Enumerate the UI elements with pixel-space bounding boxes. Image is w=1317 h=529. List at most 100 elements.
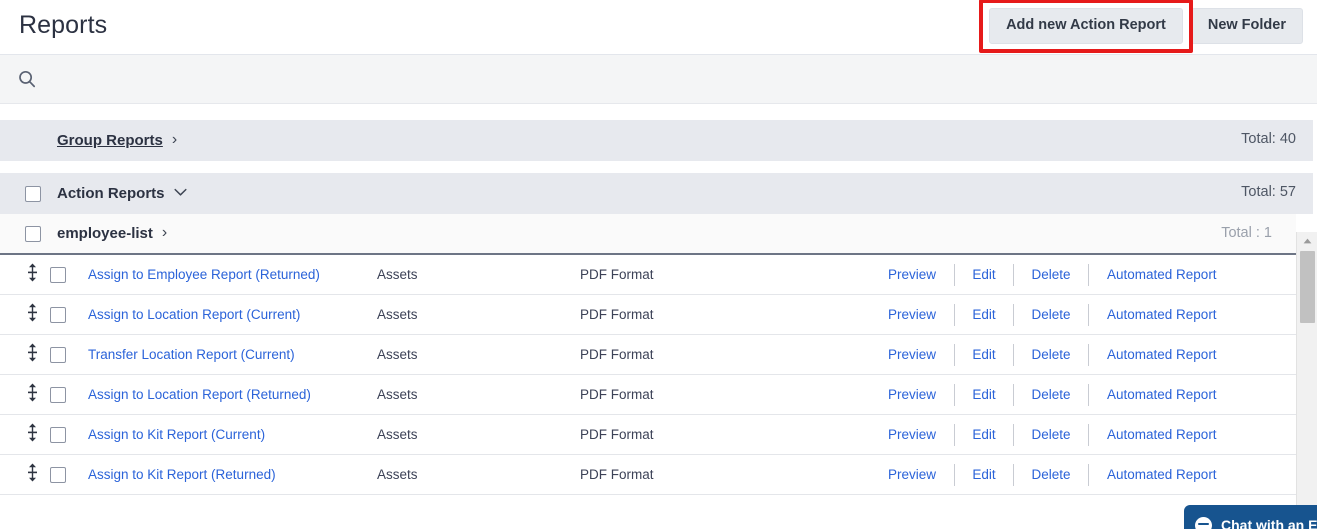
- table-row: Assign to Kit Report (Returned) Assets PDF…: [0, 455, 1296, 495]
- row-category-cell: Assets: [377, 467, 418, 482]
- row-drag-handle-cell: [0, 303, 50, 327]
- report-name-link[interactable]: Assign to Kit Report (Current): [88, 427, 265, 442]
- chevron-down-icon[interactable]: [173, 184, 187, 202]
- row-category-cell: Assets: [377, 267, 418, 282]
- chat-widget-label: Chat with an Expert: [1221, 517, 1317, 529]
- group-reports-label[interactable]: Group Reports: [57, 132, 163, 149]
- row-actions-cell: Preview Edit Delete Automated Report: [870, 343, 1296, 366]
- row-drag-handle-cell: [0, 423, 50, 447]
- row-actions-cell: Preview Edit Delete Automated Report: [870, 303, 1296, 326]
- row-format-cell: PDF Format: [580, 387, 654, 402]
- row-name-cell: Assign to Location Report (Current): [85, 306, 377, 324]
- row-checkbox[interactable]: [50, 306, 66, 323]
- table-row: Assign to Employee Report (Returned) Asse…: [0, 255, 1296, 295]
- delete-link[interactable]: Delete: [1014, 427, 1088, 442]
- row-format-cell: PDF Format: [580, 347, 654, 362]
- report-name-link[interactable]: Assign to Kit Report (Returned): [88, 467, 276, 482]
- report-name-link[interactable]: Assign to Location Report (Returned): [88, 387, 311, 402]
- row-format-cell: PDF Format: [580, 267, 654, 282]
- row-checkbox[interactable]: [50, 426, 66, 443]
- employee-list-checkbox[interactable]: [25, 225, 41, 242]
- row-format-cell: PDF Format: [580, 307, 654, 322]
- chevron-right-icon[interactable]: ›: [162, 224, 167, 242]
- edit-link[interactable]: Edit: [955, 307, 1013, 322]
- delete-link[interactable]: Delete: [1014, 347, 1088, 362]
- reports-page: Reports Add new Action Report New Folder…: [0, 0, 1317, 529]
- row-name-cell: Assign to Kit Report (Current): [85, 426, 377, 444]
- reports-table: Assign to Employee Report (Returned) Asse…: [0, 255, 1296, 495]
- automated-report-link[interactable]: Automated Report: [1089, 307, 1239, 322]
- row-name-cell: Assign to Kit Report (Returned): [85, 466, 377, 484]
- delete-link[interactable]: Delete: [1014, 307, 1088, 322]
- edit-link[interactable]: Edit: [955, 267, 1013, 282]
- row-actions-cell: Preview Edit Delete Automated Report: [870, 263, 1296, 286]
- drag-handle-icon[interactable]: [27, 463, 38, 487]
- preview-link[interactable]: Preview: [870, 427, 954, 442]
- scrollbar-thumb[interactable]: [1300, 251, 1315, 323]
- preview-link[interactable]: Preview: [870, 467, 954, 482]
- row-name-cell: Assign to Location Report (Returned): [85, 386, 377, 404]
- add-new-action-report-wrapper: Add new Action Report: [979, 0, 1193, 53]
- row-category-cell: Assets: [377, 387, 418, 402]
- row-checkbox-cell: [50, 426, 85, 443]
- automated-report-link[interactable]: Automated Report: [1089, 267, 1239, 282]
- search-input[interactable]: [44, 55, 644, 104]
- vertical-scrollbar[interactable]: [1296, 232, 1317, 529]
- employee-list-label[interactable]: employee-list: [57, 225, 153, 242]
- action-reports-label[interactable]: Action Reports: [57, 185, 165, 202]
- row-drag-handle-cell: [0, 383, 50, 407]
- action-reports-total: Total: 57: [1241, 184, 1296, 200]
- row-category-cell: Assets: [377, 427, 418, 442]
- new-folder-button[interactable]: New Folder: [1190, 8, 1303, 44]
- row-drag-handle-cell: [0, 263, 50, 287]
- preview-link[interactable]: Preview: [870, 307, 954, 322]
- drag-handle-icon[interactable]: [27, 263, 38, 287]
- row-checkbox[interactable]: [50, 466, 66, 483]
- chat-with-expert-widget[interactable]: Chat with an Expert: [1184, 505, 1317, 529]
- automated-report-link[interactable]: Automated Report: [1089, 347, 1239, 362]
- preview-link[interactable]: Preview: [870, 387, 954, 402]
- spacer-between-groups: [0, 161, 1317, 173]
- group-reports-total: Total: 40: [1241, 131, 1296, 147]
- row-category-cell: Assets: [377, 347, 418, 362]
- folder-row-employee-list[interactable]: employee-list › Total : 1: [0, 214, 1296, 255]
- row-checkbox[interactable]: [50, 266, 66, 283]
- group-row-group-reports[interactable]: Group Reports › Total: 40: [0, 120, 1313, 161]
- table-row: Transfer Location Report (Current) Assets…: [0, 335, 1296, 375]
- automated-report-link[interactable]: Automated Report: [1089, 467, 1239, 482]
- delete-link[interactable]: Delete: [1014, 267, 1088, 282]
- chat-bubble-icon: [1195, 516, 1212, 529]
- table-row: Assign to Location Report (Returned) Asse…: [0, 375, 1296, 415]
- scroll-up-arrow-icon[interactable]: [1297, 232, 1317, 249]
- edit-link[interactable]: Edit: [955, 467, 1013, 482]
- row-name-cell: Assign to Employee Report (Returned): [85, 266, 377, 284]
- report-name-link[interactable]: Transfer Location Report (Current): [88, 347, 295, 362]
- group-row-action-reports[interactable]: Action Reports Total: 57: [0, 173, 1313, 214]
- row-name-cell: Transfer Location Report (Current): [85, 346, 377, 364]
- preview-link[interactable]: Preview: [870, 267, 954, 282]
- row-checkbox-cell: [50, 386, 85, 403]
- row-checkbox-cell: [50, 306, 85, 323]
- report-name-link[interactable]: Assign to Employee Report (Returned): [88, 267, 320, 282]
- delete-link[interactable]: Delete: [1014, 387, 1088, 402]
- row-checkbox[interactable]: [50, 386, 66, 403]
- row-checkbox[interactable]: [50, 346, 66, 363]
- action-reports-checkbox[interactable]: [25, 185, 41, 202]
- preview-link[interactable]: Preview: [870, 347, 954, 362]
- delete-link[interactable]: Delete: [1014, 467, 1088, 482]
- drag-handle-icon[interactable]: [27, 343, 38, 367]
- drag-handle-icon[interactable]: [27, 423, 38, 447]
- report-name-link[interactable]: Assign to Location Report (Current): [88, 307, 300, 322]
- page-header: Reports Add new Action Report New Folder: [0, 0, 1317, 55]
- chevron-right-icon[interactable]: ›: [172, 131, 177, 149]
- add-new-action-report-button[interactable]: Add new Action Report: [989, 8, 1183, 44]
- drag-handle-icon[interactable]: [27, 303, 38, 327]
- drag-handle-icon[interactable]: [27, 383, 38, 407]
- edit-link[interactable]: Edit: [955, 387, 1013, 402]
- row-drag-handle-cell: [0, 463, 50, 487]
- automated-report-link[interactable]: Automated Report: [1089, 387, 1239, 402]
- automated-report-link[interactable]: Automated Report: [1089, 427, 1239, 442]
- edit-link[interactable]: Edit: [955, 347, 1013, 362]
- row-format-cell: PDF Format: [580, 467, 654, 482]
- edit-link[interactable]: Edit: [955, 427, 1013, 442]
